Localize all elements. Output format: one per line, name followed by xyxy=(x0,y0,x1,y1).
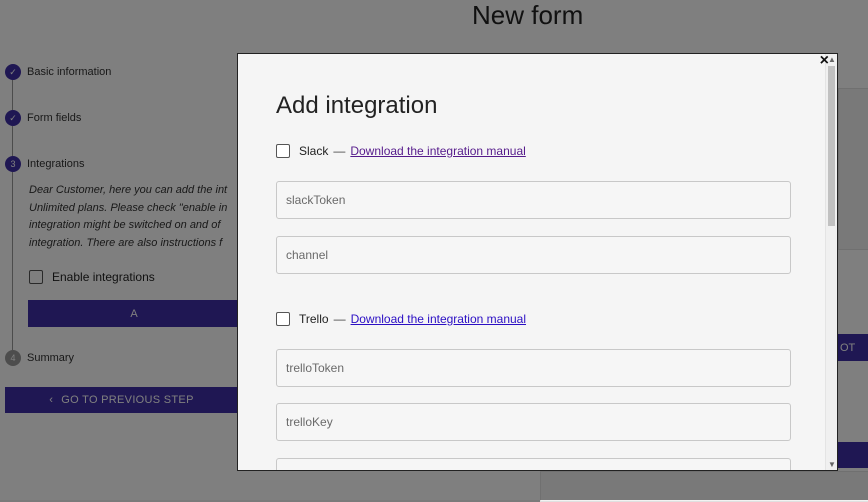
integration-slack: Slack — Download the integration manual xyxy=(276,144,526,158)
close-icon[interactable]: × xyxy=(820,54,829,69)
trello-checkbox[interactable] xyxy=(276,312,290,326)
trello-key-input[interactable] xyxy=(276,403,791,441)
modal-title: Add integration xyxy=(276,92,438,119)
scrollbar-thumb[interactable] xyxy=(828,66,835,226)
integration-name: Trello xyxy=(299,312,329,326)
scroll-down-icon[interactable]: ▼ xyxy=(828,460,836,469)
slack-token-input[interactable] xyxy=(276,181,791,219)
slack-checkbox[interactable] xyxy=(276,144,290,158)
trello-token-input[interactable] xyxy=(276,349,791,387)
trello-manual-link[interactable]: Download the integration manual xyxy=(351,312,526,326)
modal-scrollbar[interactable]: ▲ ▼ xyxy=(825,54,837,470)
integration-name: Slack xyxy=(299,144,329,158)
slack-manual-link[interactable]: Download the integration manual xyxy=(350,144,525,158)
separator: — xyxy=(333,312,346,326)
scroll-up-icon[interactable]: ▲ xyxy=(828,55,836,64)
trello-extra-input[interactable] xyxy=(276,458,791,470)
add-integration-modal: ▲ ▼ × Add integration Slack — Download t… xyxy=(237,53,838,471)
integration-trello: Trello — Download the integration manual xyxy=(276,312,526,326)
slack-channel-input[interactable] xyxy=(276,236,791,274)
separator: — xyxy=(333,144,346,158)
